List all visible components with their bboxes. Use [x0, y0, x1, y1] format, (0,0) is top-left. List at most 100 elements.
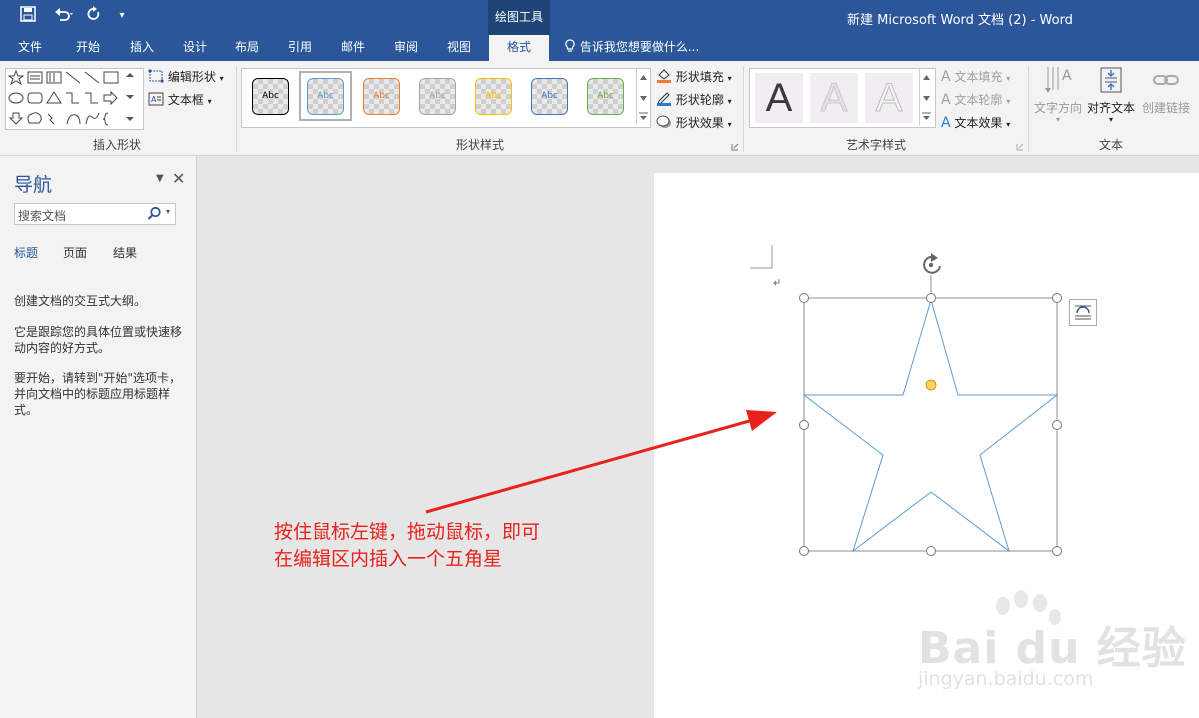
- dialog-launcher-icon[interactable]: [1016, 140, 1024, 151]
- align-text-button[interactable]: 对齐文本 ▾: [1085, 64, 1137, 132]
- text-outline-label: 文本轮廓: [954, 93, 1003, 107]
- nav-search-placeholder: 搜索文档: [18, 209, 67, 223]
- chevron-down-icon: ▾: [727, 97, 732, 106]
- annotation-line-1: 按住鼠标左键，拖动鼠标，即可: [274, 521, 541, 543]
- gallery-scroll[interactable]: [636, 69, 650, 125]
- chevron-down-icon: ▾: [1006, 120, 1011, 129]
- shape-style-swatch[interactable]: Abc: [252, 78, 289, 115]
- text-direction-icon: A: [1042, 67, 1074, 99]
- text-direction-button[interactable]: A 文字方向 ▾: [1032, 64, 1084, 132]
- nav-tab-pages[interactable]: 页面: [63, 244, 87, 261]
- shape-style-swatch[interactable]: Abc: [307, 78, 344, 115]
- navigation-pane: [0, 156, 197, 718]
- shape-style-swatch[interactable]: Abc: [419, 78, 456, 115]
- chevron-down-icon: ▾: [727, 74, 732, 83]
- save-icon[interactable]: [18, 6, 38, 26]
- text-direction-label: 文字方向: [1033, 101, 1082, 115]
- shape-style-swatch[interactable]: Abc: [363, 78, 400, 115]
- shape-outline-button[interactable]: 形状轮廓 ▾: [656, 91, 732, 108]
- nav-tab-results[interactable]: 结果: [113, 244, 137, 261]
- text-fill-button[interactable]: A 文本填充 ▾: [941, 68, 1010, 85]
- redo-icon[interactable]: [84, 6, 104, 26]
- text-outline-button[interactable]: A 文本轮廓 ▾: [941, 91, 1010, 108]
- align-text-label: 对齐文本: [1086, 101, 1135, 115]
- link-icon: [1150, 75, 1182, 99]
- nav-search-input[interactable]: 搜索文档 ▾: [14, 203, 176, 225]
- wordart-style[interactable]: A: [810, 73, 858, 123]
- chevron-down-icon: ▾: [1055, 115, 1060, 124]
- tab-format[interactable]: 格式: [489, 35, 549, 61]
- undo-icon[interactable]: [52, 6, 78, 26]
- tab-mailings[interactable]: 邮件: [329, 35, 377, 61]
- nav-help-text: 要开始，请转到"开始"选项卡，并向文档中的标题应用标题样式。: [14, 371, 182, 417]
- shape-fill-button[interactable]: 形状填充 ▾: [656, 68, 732, 85]
- close-icon[interactable]: ✕: [172, 169, 185, 188]
- text-box-label: 文本框: [167, 93, 204, 107]
- shape-style-swatch[interactable]: Abc: [475, 78, 512, 115]
- window-title: 新建 Microsoft Word 文档 (2) - Word: [847, 13, 1073, 28]
- customize-qat-icon[interactable]: ▾: [112, 6, 132, 26]
- tell-me-text: 告诉我您想要做什么...: [579, 40, 700, 54]
- chevron-down-icon: ▾: [1108, 115, 1113, 124]
- tell-me-search[interactable]: 告诉我您想要做什么...: [564, 35, 699, 61]
- chevron-down-icon: ▾: [1006, 74, 1011, 83]
- text-effects-icon: A: [941, 115, 951, 131]
- tab-layout[interactable]: 布局: [223, 35, 271, 61]
- text-outline-icon: A: [941, 92, 951, 108]
- gallery-scroll[interactable]: [919, 69, 934, 125]
- tab-references[interactable]: 引用: [276, 35, 324, 61]
- nav-help-text: 它是跟踪您的具体位置或快速移动内容的好方式。: [14, 325, 183, 355]
- chevron-down-icon: ▾: [219, 74, 224, 83]
- group-divider: [743, 66, 744, 152]
- align-text-icon: [1095, 67, 1127, 99]
- group-divider: [1028, 66, 1029, 152]
- create-link-label: 创建链接: [1141, 101, 1190, 115]
- tab-design[interactable]: 设计: [171, 35, 219, 61]
- tab-review[interactable]: 审阅: [382, 35, 430, 61]
- gallery-scroll-arrows-icon[interactable]: [920, 69, 934, 125]
- group-divider: [236, 66, 237, 152]
- text-effects-button[interactable]: A 文本效果 ▾: [941, 114, 1010, 131]
- nav-help-text: 创建文档的交互式大纲。: [14, 294, 147, 308]
- tab-view[interactable]: 视图: [435, 35, 483, 61]
- nav-pane-title: 导航: [14, 174, 53, 196]
- chevron-down-icon[interactable]: ▾: [166, 207, 170, 216]
- dialog-launcher-icon[interactable]: [731, 140, 739, 151]
- shape-effects-label: 形状效果: [675, 116, 724, 130]
- edit-shape-icon: [148, 69, 168, 84]
- nav-options-icon[interactable]: ▼: [156, 173, 164, 184]
- group-label-wordart-styles: 艺术字样式: [845, 138, 906, 152]
- tab-home[interactable]: 开始: [64, 35, 112, 61]
- svg-text:A: A: [1062, 68, 1072, 84]
- annotation-arrow-head: [746, 410, 777, 431]
- create-link-button[interactable]: 创建链接: [1138, 64, 1194, 132]
- shape-outline-label: 形状轮廓: [675, 93, 724, 107]
- shape-style-swatch[interactable]: Abc: [531, 78, 568, 115]
- shapes-gallery[interactable]: [5, 68, 144, 130]
- baidu-watermark: Bai du 经验: [918, 623, 1187, 674]
- text-box-icon: A: [148, 92, 168, 107]
- group-label-shape-styles: 形状样式: [455, 138, 504, 152]
- pen-icon: [656, 92, 676, 107]
- text-box-button[interactable]: A 文本框 ▾: [148, 91, 212, 108]
- contextual-tab-drawing-tools: 绘图工具: [488, 0, 550, 35]
- shapes-icons[interactable]: [6, 69, 143, 129]
- text-fill-icon: A: [941, 69, 951, 85]
- edit-shape-button[interactable]: 编辑形状 ▾: [148, 68, 224, 85]
- shape-effects-button[interactable]: 形状效果 ▾: [656, 114, 732, 131]
- tab-file[interactable]: 文件: [8, 35, 52, 61]
- shape-style-swatch[interactable]: Abc: [587, 78, 624, 115]
- group-label-text: 文本: [1098, 138, 1123, 152]
- text-fill-label: 文本填充: [954, 70, 1003, 84]
- tab-insert[interactable]: 插入: [118, 35, 166, 61]
- annotation-arrow-shaft: [425, 416, 761, 514]
- chevron-down-icon: ▾: [727, 120, 732, 129]
- wordart-style[interactable]: A: [755, 73, 803, 123]
- wordart-style[interactable]: A: [865, 73, 913, 123]
- gallery-scroll-arrows-icon[interactable]: [637, 69, 650, 125]
- nav-tab-headings[interactable]: 标题: [14, 244, 38, 261]
- lightbulb-icon: [564, 39, 580, 54]
- shape-fill-label: 形状填充: [675, 70, 724, 84]
- search-icon[interactable]: [147, 206, 162, 224]
- shape-effects-icon: [656, 115, 676, 130]
